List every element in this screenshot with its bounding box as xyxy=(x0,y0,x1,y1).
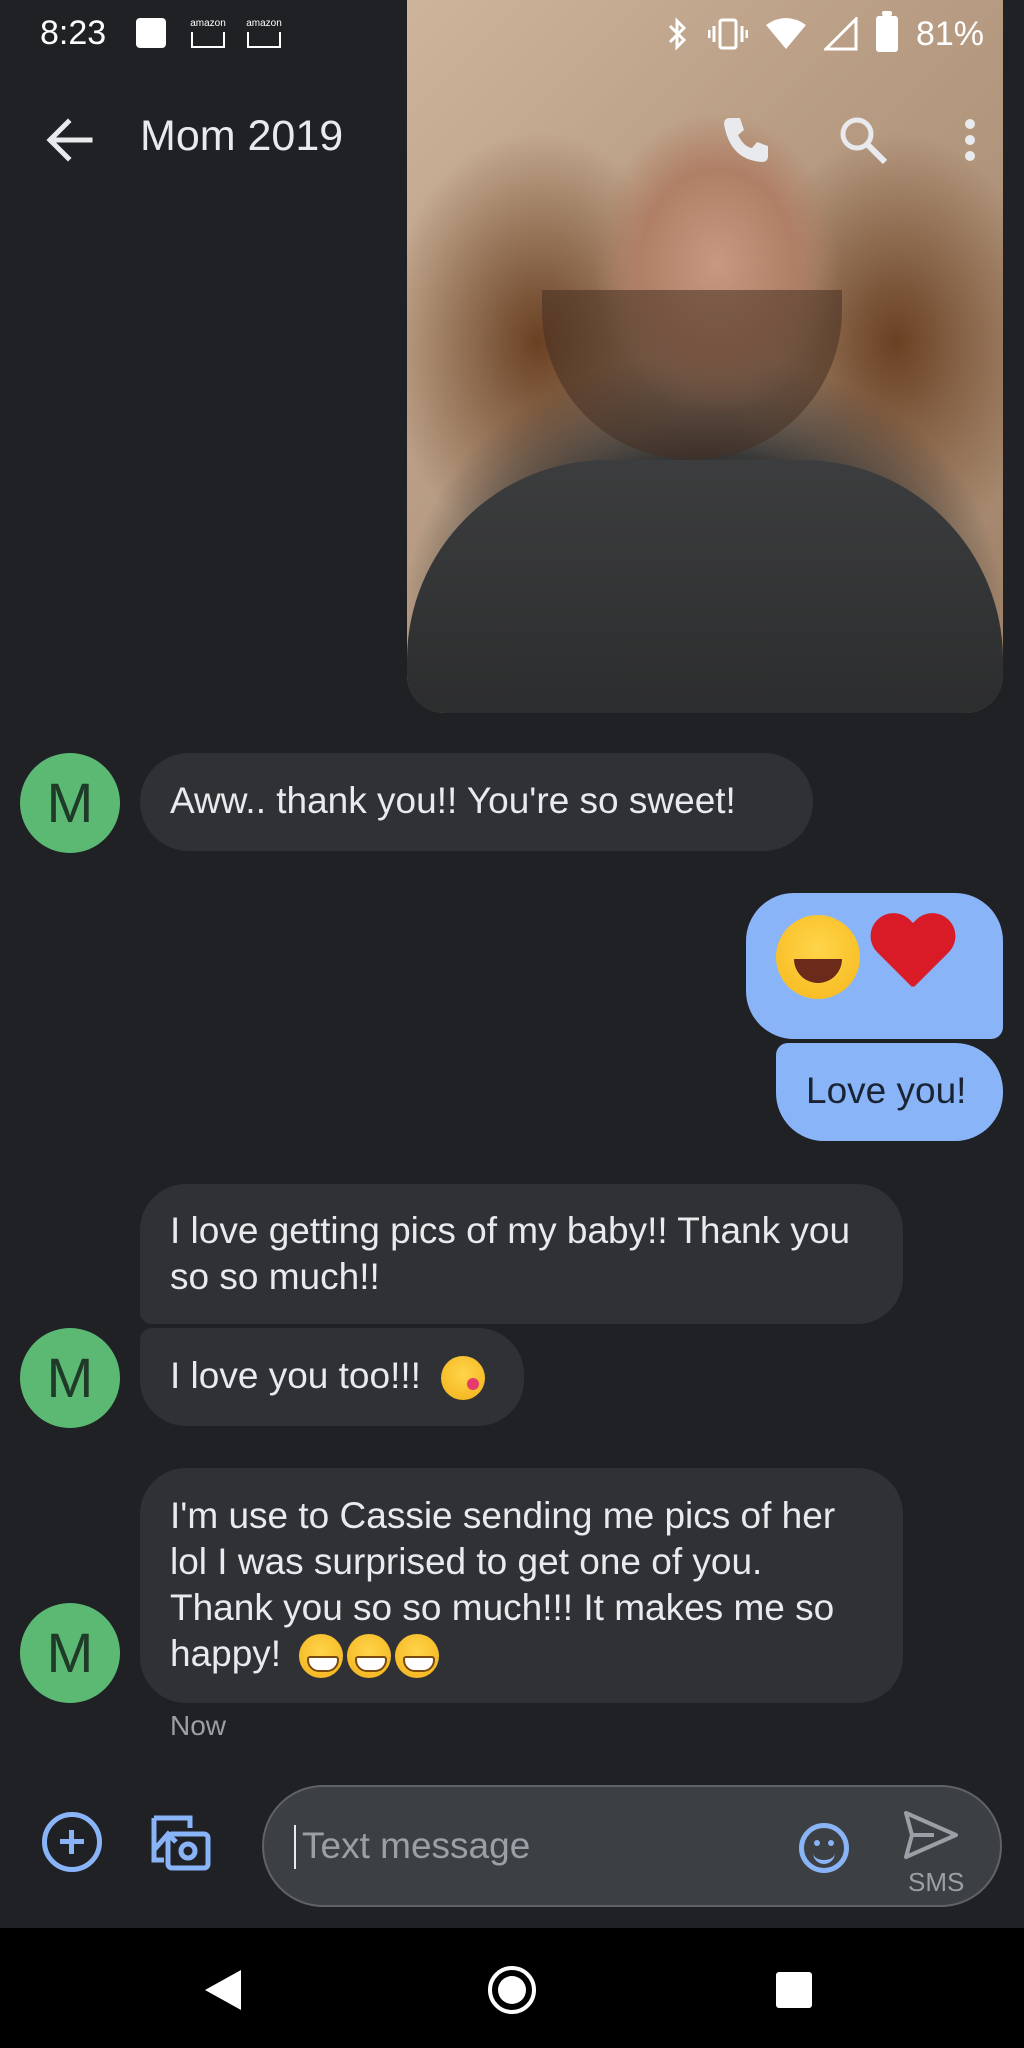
conversation-screen: 8:23 amazon amazon 81% Mom 2019 M Aww.. … xyxy=(0,0,1024,2048)
amazon-label: amazon xyxy=(190,18,226,29)
send-sms-label: SMS xyxy=(908,1867,965,1897)
grinning-face-icon xyxy=(395,1634,440,1679)
amazon-notification-icon: amazon xyxy=(188,18,228,52)
message-text: I love you too!!! xyxy=(170,1355,421,1396)
gallery-camera-icon[interactable] xyxy=(150,1808,212,1872)
incoming-message-bubble[interactable]: I love you too!!! xyxy=(140,1328,524,1426)
send-icon xyxy=(904,1811,958,1859)
send-button[interactable]: SMS xyxy=(894,1807,974,1897)
grinning-face-icon xyxy=(299,1634,344,1679)
emoji-icon[interactable] xyxy=(799,1823,849,1873)
message-text: I love getting pics of my baby!! Thank y… xyxy=(170,1210,851,1297)
gallery-notification-icon xyxy=(136,18,166,48)
photo-detail-beard xyxy=(542,290,842,460)
system-navigation-bar xyxy=(0,1928,1024,2048)
bluetooth-icon xyxy=(668,17,687,51)
red-heart-icon xyxy=(868,915,956,999)
status-bar: 8:23 amazon amazon 81% xyxy=(0,0,1024,70)
top-app-bar: Mom 2019 xyxy=(0,70,1024,210)
more-options-icon[interactable] xyxy=(950,110,990,170)
amazon-notification-icon: amazon xyxy=(244,18,284,52)
add-attachment-icon[interactable] xyxy=(42,1812,102,1872)
grinning-face-icon xyxy=(347,1634,392,1679)
outgoing-message-bubble[interactable]: Love you! xyxy=(776,1043,1003,1141)
photo-detail-shirt xyxy=(407,460,1003,713)
face-with-tears-of-joy-icon xyxy=(776,915,860,999)
message-text: Love you! xyxy=(806,1070,967,1111)
status-time: 8:23 xyxy=(40,14,107,52)
face-blowing-a-kiss-icon xyxy=(441,1356,486,1401)
search-icon[interactable] xyxy=(833,110,893,170)
contact-avatar[interactable]: M xyxy=(20,753,120,853)
message-input-placeholder: Text message xyxy=(293,1825,531,1869)
incoming-message-bubble[interactable]: I'm use to Cassie sending me pics of her… xyxy=(140,1468,903,1703)
incoming-message-bubble[interactable]: Aww.. thank you!! You're so sweet! xyxy=(140,753,813,851)
phone-call-icon[interactable] xyxy=(716,110,776,170)
nav-recent-apps-icon[interactable] xyxy=(776,1972,812,2008)
compose-bar: Text message SMS xyxy=(0,1760,1024,1930)
conversation-title: Mom 2019 xyxy=(140,112,344,160)
back-arrow-icon[interactable] xyxy=(40,110,100,170)
message-text: I'm use to Cassie sending me pics of her… xyxy=(170,1495,836,1674)
battery-icon xyxy=(875,11,898,52)
nav-back-icon[interactable] xyxy=(205,1970,241,2010)
cell-signal-icon xyxy=(823,17,858,51)
nav-home-icon[interactable] xyxy=(488,1966,536,2014)
contact-avatar[interactable]: M xyxy=(20,1328,120,1428)
status-indicators: 81% xyxy=(666,11,984,54)
battery-percentage: 81% xyxy=(915,14,984,53)
message-input[interactable]: Text message SMS xyxy=(262,1785,1002,1907)
incoming-message-bubble[interactable]: I love getting pics of my baby!! Thank y… xyxy=(140,1184,903,1324)
wifi-icon xyxy=(765,18,806,49)
message-timestamp: Now xyxy=(170,1710,227,1741)
amazon-label: amazon xyxy=(246,18,282,29)
contact-avatar[interactable]: M xyxy=(20,1603,120,1703)
vibrate-icon xyxy=(707,18,748,50)
outgoing-message-bubble[interactable] xyxy=(746,893,1003,1039)
message-text: Aww.. thank you!! You're so sweet! xyxy=(170,780,736,821)
